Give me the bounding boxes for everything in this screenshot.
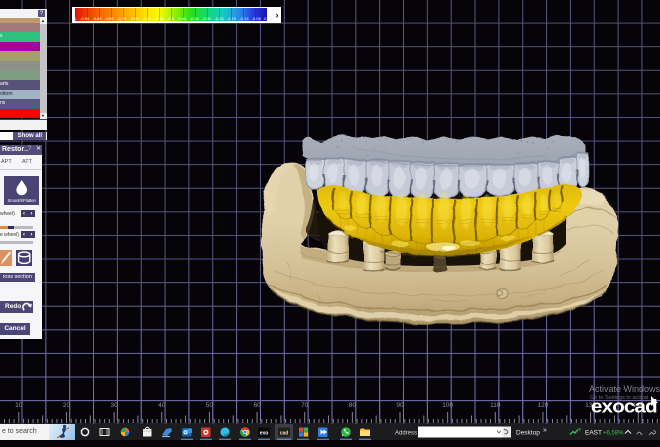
svg-text:cad: cad: [280, 431, 289, 437]
svg-text:Smooth/Flatten: Smooth/Flatten: [7, 198, 36, 203]
svg-text:Desktop: Desktop: [516, 430, 540, 437]
svg-text:Address: Address: [395, 430, 417, 436]
svg-text:+6,58%: +6,58%: [603, 430, 624, 436]
svg-text:EAST: EAST: [585, 430, 602, 437]
svg-text:»: »: [543, 427, 547, 434]
svg-text:exo: exo: [260, 431, 269, 437]
